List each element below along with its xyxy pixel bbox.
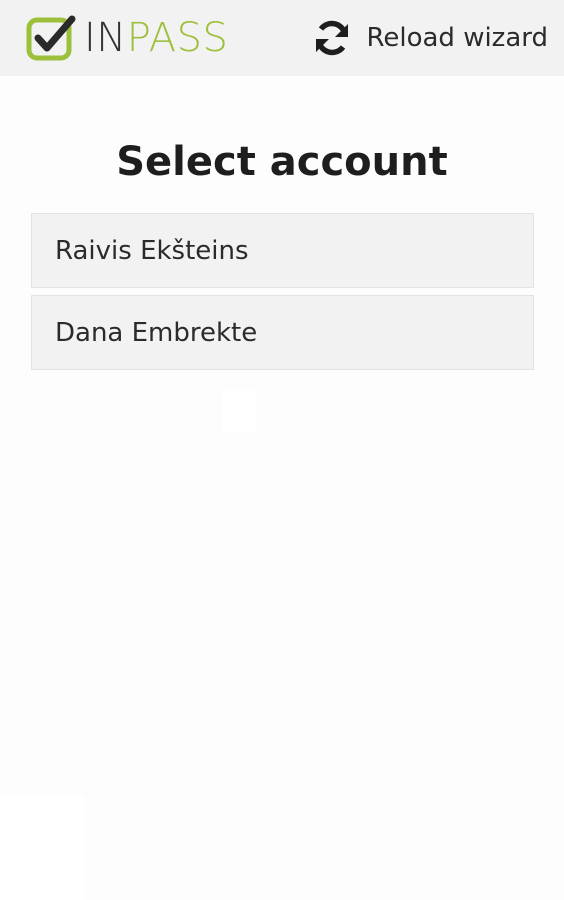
- logo-text-in: IN: [84, 15, 127, 61]
- logo-text-pass: PASS: [126, 15, 229, 61]
- page: INPASS Reload wizard Select account Raiv…: [0, 0, 564, 900]
- inpass-logo: INPASS: [26, 14, 228, 62]
- account-item-dana-embrekte[interactable]: Dana Embrekte: [31, 295, 534, 370]
- account-list: Raivis Ekšteins Dana Embrekte: [31, 213, 534, 377]
- blank-area: [222, 390, 256, 432]
- header-bar: INPASS Reload wizard: [0, 0, 564, 76]
- logo-wordmark: INPASS: [84, 14, 228, 62]
- checkbox-check-icon: [26, 15, 76, 61]
- page-title: Select account: [116, 139, 448, 185]
- reload-wizard-button[interactable]: Reload wizard: [312, 16, 548, 60]
- blank-area: [0, 796, 84, 900]
- refresh-icon: [316, 20, 349, 56]
- reload-wizard-label: Reload wizard: [366, 23, 548, 53]
- account-item-raivis-eksteins[interactable]: Raivis Ekšteins: [31, 213, 534, 288]
